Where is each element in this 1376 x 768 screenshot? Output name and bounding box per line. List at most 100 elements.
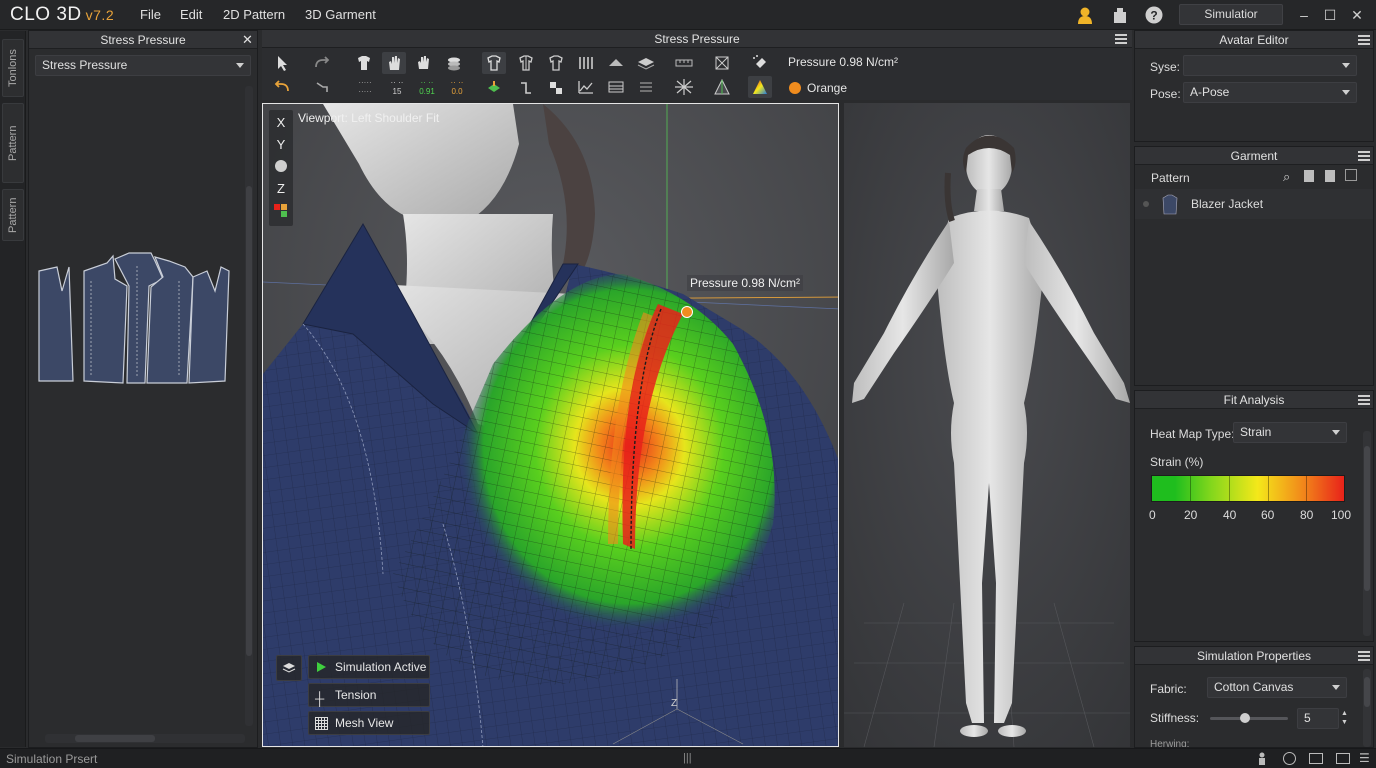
pressure-mode-dropdown[interactable]: Stress Pressure xyxy=(35,55,251,76)
tension-button[interactable]: ┼ Tension xyxy=(308,683,430,707)
axis-x-button[interactable]: X xyxy=(269,113,293,133)
heatmap-type-dropdown[interactable]: Strain xyxy=(1233,422,1347,443)
mode-selector[interactable]: Simulatior xyxy=(1179,4,1283,25)
ground-axis-label: Z xyxy=(671,698,678,709)
person-icon[interactable] xyxy=(1256,752,1268,765)
avatar-icon[interactable] xyxy=(1075,5,1095,25)
measure-tool-icon[interactable] xyxy=(672,52,696,74)
menu-edit[interactable]: Edit xyxy=(180,7,202,22)
sphere-view-icon[interactable] xyxy=(275,160,287,172)
avatar-toggle-icon[interactable] xyxy=(482,76,506,98)
fit-analysis-menu-icon[interactable] xyxy=(1358,395,1370,405)
color-view-icon[interactable] xyxy=(274,204,288,218)
shirt-tool-icon[interactable] xyxy=(352,52,376,74)
simulation-menu-icon[interactable] xyxy=(1358,651,1370,661)
pattern-piece[interactable] xyxy=(83,254,128,384)
copy-icon[interactable] xyxy=(1304,170,1314,182)
mesh-icon[interactable] xyxy=(672,76,696,98)
minimize-button[interactable]: – xyxy=(1294,5,1314,25)
stat-d: ·· ·· 0.0 xyxy=(450,78,464,96)
garment-icon[interactable] xyxy=(1110,5,1130,25)
search-icon[interactable]: ⌕ xyxy=(1283,169,1290,185)
toolbar: Pressure 0.98 N/cm² ····· ····· ·· ·· 15 ·… xyxy=(262,48,1132,100)
garment-front-icon[interactable] xyxy=(514,52,538,74)
stiffness-stepper[interactable]: ▲ ▼ xyxy=(1341,709,1348,727)
stat-a: ····· ····· xyxy=(358,78,372,96)
garment-outline-icon[interactable] xyxy=(482,52,506,74)
legend-tick: 60 xyxy=(1261,508,1275,522)
tab-pattern-2[interactable]: Pattern xyxy=(2,189,24,241)
stiffness-slider[interactable] xyxy=(1210,713,1288,723)
simulation-active-button[interactable]: Simulation Active xyxy=(308,655,430,679)
menu-file[interactable]: File xyxy=(140,7,161,22)
texture-icon[interactable] xyxy=(544,76,568,98)
avatar-editor-panel: Avatar Editor Syse: Pose: A-Pose xyxy=(1134,30,1374,142)
close-button[interactable]: ✕ xyxy=(1347,5,1367,25)
pattern-piece[interactable] xyxy=(188,266,230,384)
hand-tool-icon[interactable] xyxy=(382,52,406,74)
fit-analysis-title: Fit Analysis xyxy=(1135,391,1373,409)
spray-tool-icon[interactable] xyxy=(748,52,772,74)
garment-menu-icon[interactable] xyxy=(1358,151,1370,161)
left-hscrollbar[interactable] xyxy=(45,734,245,743)
legend-tick: 0 xyxy=(1149,508,1156,522)
pleat-tool-icon[interactable] xyxy=(574,52,598,74)
stiffness-slider-handle[interactable] xyxy=(1240,713,1251,723)
graph-icon[interactable] xyxy=(574,76,598,98)
3d-viewport[interactable]: Viewport: Left Shoulder Fit X Y Z Pressu… xyxy=(262,103,839,747)
tab-pattern[interactable]: Pattern xyxy=(2,103,24,183)
monitor-icon[interactable] xyxy=(1336,753,1350,764)
maximize-button[interactable]: ☐ xyxy=(1320,5,1340,25)
redo-icon[interactable] xyxy=(310,52,334,74)
visibility-icon[interactable] xyxy=(1143,201,1149,207)
avatar-viewport[interactable] xyxy=(844,103,1130,747)
layers-tool-icon[interactable] xyxy=(442,52,466,74)
pose-dropdown[interactable]: A-Pose xyxy=(1183,82,1357,103)
pattern-canvas[interactable] xyxy=(29,81,257,747)
axis-z-button[interactable]: Z xyxy=(269,179,293,199)
garment-back-icon[interactable] xyxy=(544,52,568,74)
help-icon[interactable]: ? xyxy=(1144,5,1164,25)
delete-icon[interactable] xyxy=(1325,170,1335,182)
simulation-properties-title: Simulation Properties xyxy=(1135,647,1373,665)
grid-tool-icon[interactable] xyxy=(710,52,734,74)
layers-icon[interactable] xyxy=(276,655,302,681)
stiffness-label: Stiffness: xyxy=(1150,711,1200,725)
select-tool-icon[interactable] xyxy=(270,52,294,74)
menu-3d-garment[interactable]: 3D Garment xyxy=(305,7,376,22)
menu-2d-pattern[interactable]: 2D Pattern xyxy=(223,7,285,22)
pin-icon[interactable] xyxy=(514,76,538,98)
close-icon[interactable]: ✕ xyxy=(242,32,253,48)
fold-tool-icon[interactable] xyxy=(604,52,628,74)
tab-tonlons[interactable]: Tonlons xyxy=(2,39,24,97)
stack-tool-icon[interactable] xyxy=(634,52,658,74)
heatmap-icon[interactable] xyxy=(748,76,772,98)
undo-icon[interactable] xyxy=(270,76,294,98)
list-item[interactable]: Blazer Jacket xyxy=(1135,189,1373,219)
fit-analysis-scrollbar[interactable] xyxy=(1363,431,1371,636)
avatar-editor-title: Avatar Editor xyxy=(1135,31,1373,49)
stiffness-input[interactable]: 5 xyxy=(1297,708,1339,729)
axis-y-button[interactable]: Y xyxy=(269,135,293,155)
stat-b: ·· ·· 15 xyxy=(390,78,404,96)
pattern-piece[interactable] xyxy=(38,266,74,382)
jacket-thumbnail-icon xyxy=(1162,194,1178,215)
left-scrollbar[interactable] xyxy=(245,86,253,726)
pyramid-icon[interactable] xyxy=(710,76,734,98)
mesh-view-button[interactable]: Mesh View xyxy=(308,711,430,735)
screen-icon[interactable] xyxy=(1309,753,1323,764)
transform-icon[interactable] xyxy=(310,76,334,98)
list-menu-icon[interactable]: ☰ xyxy=(1359,751,1370,765)
color-swatch[interactable] xyxy=(789,82,801,94)
globe-icon[interactable] xyxy=(1283,752,1296,765)
list-icon[interactable] xyxy=(634,76,658,98)
size-dropdown[interactable] xyxy=(1183,55,1357,76)
hanger-icon[interactable] xyxy=(1345,169,1357,181)
simulation-scrollbar[interactable] xyxy=(1363,669,1371,747)
avatar-editor-menu-icon[interactable] xyxy=(1358,35,1370,45)
center-menu-icon[interactable] xyxy=(1115,34,1127,44)
grab-tool-icon[interactable] xyxy=(412,52,436,74)
fabric-dropdown[interactable]: Cotton Canvas xyxy=(1207,677,1347,698)
panel-icon[interactable] xyxy=(604,76,628,98)
legend-tick: 100 xyxy=(1331,508,1352,522)
